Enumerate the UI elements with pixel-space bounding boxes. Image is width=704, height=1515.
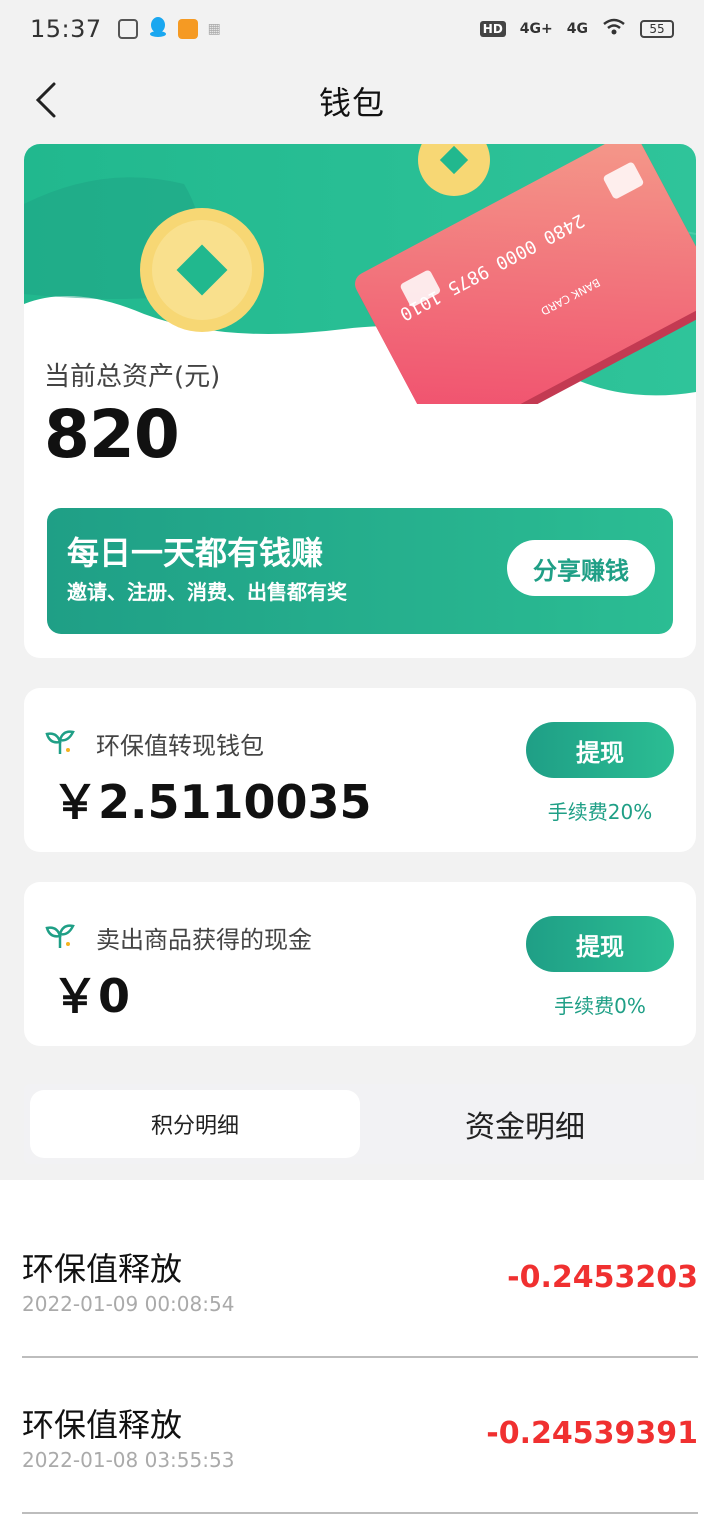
wallet-amount: ￥2.5110035	[52, 775, 372, 829]
status-notification-icons: ▦	[117, 16, 221, 42]
fee-text: 手续费20%	[547, 800, 653, 824]
record-date: 2022-01-09 00:08:54	[22, 1292, 235, 1316]
hd-icon: HD	[479, 21, 506, 37]
back-button[interactable]	[24, 78, 68, 122]
fee-text: 手续费0%	[554, 994, 646, 1018]
sprout-icon	[45, 924, 75, 948]
page-title: 钱包	[318, 84, 385, 122]
list-item[interactable]: 环保值释放 2022-01-08 03:55:53 -0.24539391	[22, 1358, 698, 1514]
eco-value-wallet-card: 环保值转现钱包 ￥2.5110035 提现 手续费20%	[24, 688, 696, 852]
tab-points-detail[interactable]: 积分明细	[30, 1090, 360, 1158]
wallet-amount: ￥0	[52, 969, 131, 1023]
grid-notification-icon: ▦	[207, 21, 221, 37]
sales-cash-wallet-card: 卖出商品获得的现金 ￥0 提现 手续费0%	[24, 882, 696, 1046]
qq-icon	[148, 16, 168, 42]
detail-tabs: 积分明细 资金明细	[24, 1084, 696, 1164]
wallet-title: 卖出商品获得的现金	[96, 926, 312, 954]
app-notification-icon	[117, 19, 138, 39]
status-right-group: HD 4G+ 4G 55	[479, 18, 674, 40]
signal-4g-plus-icon: 4G+	[519, 21, 553, 37]
battery-icon: 55	[640, 20, 674, 38]
chevron-left-icon	[35, 82, 56, 118]
running-app-icon	[177, 19, 198, 39]
list-item[interactable]: 环保值释放 2022-01-09 00:08:54 -0.2453203	[22, 1202, 698, 1358]
total-assets-value: 820	[44, 396, 180, 473]
withdraw-button[interactable]: 提现	[526, 722, 674, 778]
withdraw-button[interactable]: 提现	[526, 916, 674, 972]
status-time: 15:37	[30, 15, 102, 43]
wallet-title: 环保值转现钱包	[96, 732, 264, 760]
record-date: 2022-01-08 03:55:53	[22, 1448, 235, 1472]
tab-funds-detail[interactable]: 资金明细	[360, 1090, 690, 1158]
record-amount: -0.24539391	[486, 1416, 698, 1451]
record-title: 环保值释放	[22, 1406, 183, 1444]
signal-4g-icon: 4G	[566, 21, 588, 37]
promo-subtitle: 邀请、注册、消费、出售都有奖	[67, 580, 347, 604]
status-bar: 15:37 ▦ HD 4G+ 4G 55	[0, 0, 704, 58]
asset-card: 2480 0000 9875 1010 BANK CARD 当前总资产(元) 8…	[24, 144, 696, 658]
share-earn-button[interactable]: 分享赚钱	[507, 540, 655, 596]
nav-bar: 钱包	[0, 58, 704, 144]
record-amount: -0.2453203	[507, 1260, 698, 1295]
total-assets-label: 当前总资产(元)	[44, 362, 221, 392]
promo-banner: 每日一天都有钱赚 邀请、注册、消费、出售都有奖 分享赚钱	[47, 508, 673, 634]
sprout-icon	[45, 730, 75, 754]
promo-title: 每日一天都有钱赚	[67, 534, 324, 572]
wifi-icon	[602, 18, 626, 40]
record-title: 环保值释放	[22, 1250, 183, 1288]
